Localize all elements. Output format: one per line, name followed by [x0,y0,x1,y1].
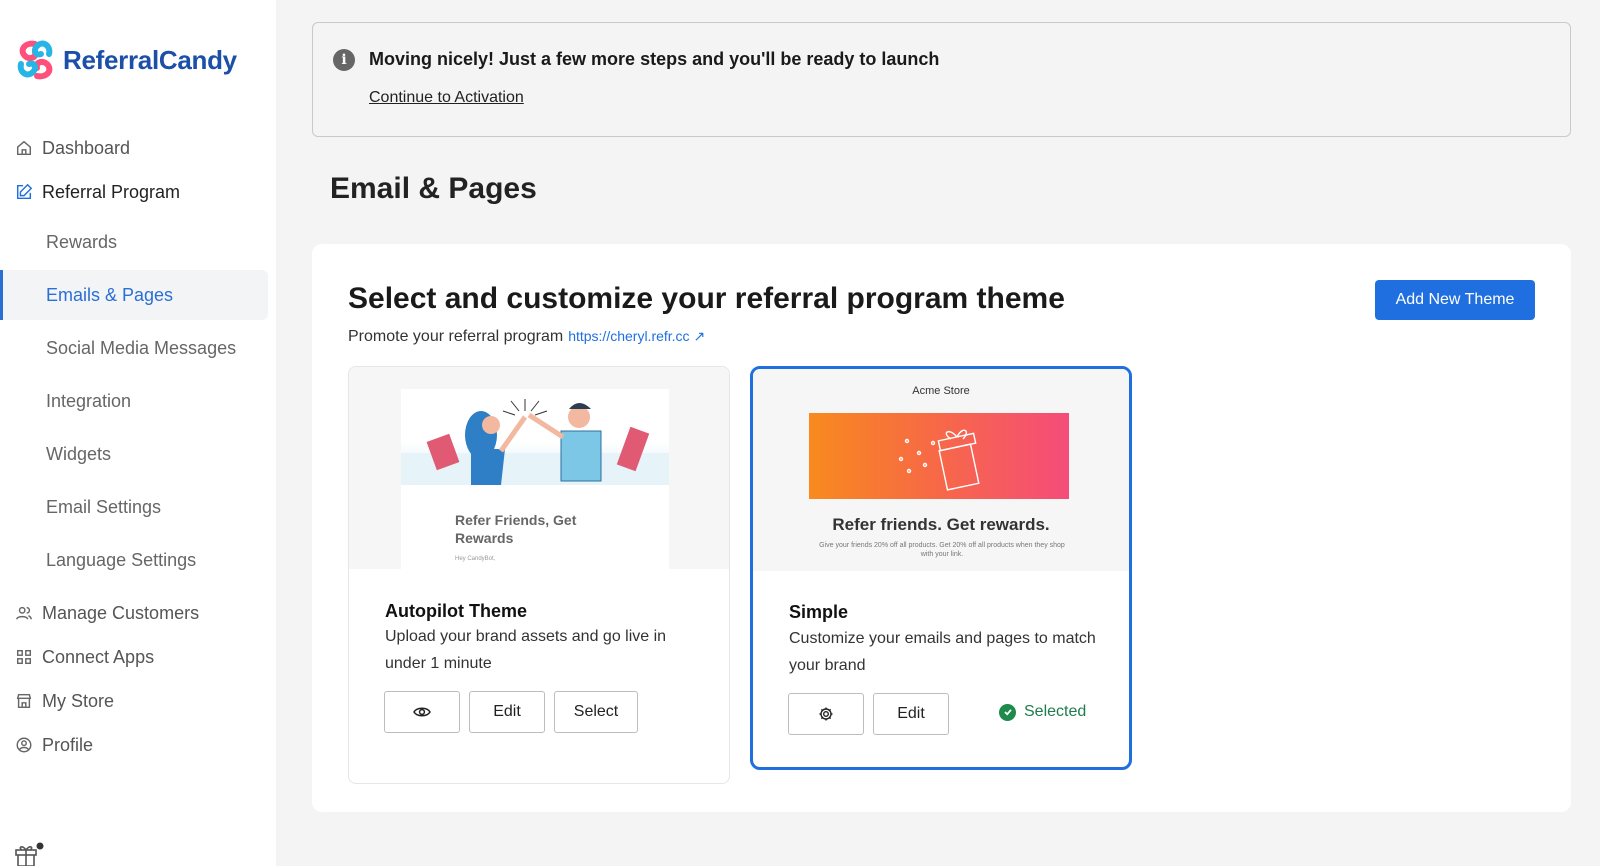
program-link-text: https://cheryl.refr.cc [568,328,690,344]
theme-description: Customize your emails and pages to match… [789,630,1096,674]
theme-name: Autopilot Theme [385,601,527,621]
sidebar-subitem-email-settings[interactable]: Email Settings [0,482,268,532]
theme-name: Simple [789,602,849,622]
sidebar-item-profile[interactable]: Profile [0,733,268,757]
users-icon [14,603,34,623]
theme-card-autopilot: Refer Friends, Get Rewards Hey CandyBot,… [348,366,730,784]
preview-email: Refer Friends, Get Rewards Hey CandyBot, [401,389,669,571]
select-theme-button[interactable]: Select [554,691,638,733]
sidebar-item-label: Dashboard [42,137,131,158]
sidebar-item-manage-customers[interactable]: Manage Customers [0,601,268,625]
page-title: Email & Pages [330,172,537,205]
panel-subtitle: Promote your referral program https://ch… [348,328,705,346]
brand-name: ReferralCandy [63,44,237,75]
theme-description: Upload your brand assets and go live in … [385,628,667,672]
edit-theme-button[interactable]: Edit [469,691,545,733]
high-five-illustration [401,389,669,485]
sidebar-item-connect-apps[interactable]: Connect Apps [0,645,268,669]
theme-panel: Select and customize your referral progr… [312,244,1571,812]
preview-banner [809,413,1069,499]
sidebar-subitem-label: Social Media Messages [46,337,237,358]
brand-logo[interactable]: ReferralCandy [13,38,237,82]
sidebar-subitem-rewards[interactable]: Rewards [0,217,268,267]
sidebar-item-label: Referral Program [42,181,181,202]
preview-headline: Refer friends. Get rewards. [832,515,1050,534]
selected-label: Selected [1024,703,1087,720]
preview-button[interactable] [384,691,460,733]
onboarding-banner: i Moving nicely! Just a few more steps a… [312,22,1571,137]
profile-icon [14,735,34,755]
edit-icon [14,182,34,202]
theme-preview: Acme Store Refer friends. Get rewards. G… [753,369,1129,571]
apps-grid-icon [14,647,34,667]
sidebar-subitem-label: Widgets [46,443,112,464]
sidebar-item-label: Connect Apps [42,646,155,667]
add-new-theme-button[interactable]: Add New Theme [1375,280,1535,320]
sidebar-subitem-label: Rewards [46,231,118,252]
gear-icon [819,707,833,721]
eye-icon [413,707,431,717]
panel-title: Select and customize your referral progr… [348,282,1065,315]
theme-card-simple: Acme Store Refer friends. Get rewards. G… [750,366,1132,770]
sidebar-item-referral-program[interactable]: Referral Program [0,180,268,204]
home-icon [14,138,34,158]
info-icon: i [333,49,355,71]
edit-theme-button[interactable]: Edit [873,693,949,735]
gift-notification-icon[interactable] [14,842,44,866]
sidebar-subitem-label: Integration [46,390,132,411]
sidebar-subitem-label: Email Settings [46,496,162,517]
sidebar-item-my-store[interactable]: My Store [0,689,268,713]
check-circle-icon [999,703,1016,721]
sidebar: ReferralCandy Dashboard Referral Program… [0,0,276,866]
sidebar-item-label: My Store [42,690,115,711]
sidebar-item-label: Profile [42,734,94,755]
program-link[interactable]: https://cheryl.refr.cc ↗ [568,328,705,345]
preview-store-name: Acme Store [912,385,970,397]
sidebar-subitem-widgets[interactable]: Widgets [0,429,268,479]
external-link-icon: ↗ [693,328,706,344]
sidebar-subitem-integration[interactable]: Integration [0,376,268,426]
banner-title: Moving nicely! Just a few more steps and… [369,49,940,69]
selected-status: Selected [999,703,1086,721]
referralcandy-logo-icon [17,40,53,80]
preview-headline: Refer Friends, Get Rewards [455,512,577,546]
sidebar-subitem-language-settings[interactable]: Language Settings [0,535,268,585]
panel-subtitle-text: Promote your referral program [348,328,564,345]
sidebar-subitem-label: Language Settings [46,549,197,570]
sidebar-subitem-emails-pages[interactable]: Emails & Pages [0,270,268,320]
sidebar-subitem-label: Emails & Pages [46,284,174,305]
preview-body: Give your friends 20% off all products. … [819,542,1065,558]
sidebar-item-dashboard[interactable]: Dashboard [0,136,268,160]
store-icon [14,691,34,711]
continue-to-activation-link[interactable]: Continue to Activation [369,89,524,107]
theme-settings-button[interactable] [788,693,864,735]
preview-greeting: Hey CandyBot, [455,556,496,562]
theme-preview: Refer Friends, Get Rewards Hey CandyBot, [349,367,729,571]
sidebar-subitem-social-media-messages[interactable]: Social Media Messages [0,323,268,373]
sidebar-item-label: Manage Customers [42,602,200,623]
gift-illustration-icon [898,429,980,491]
